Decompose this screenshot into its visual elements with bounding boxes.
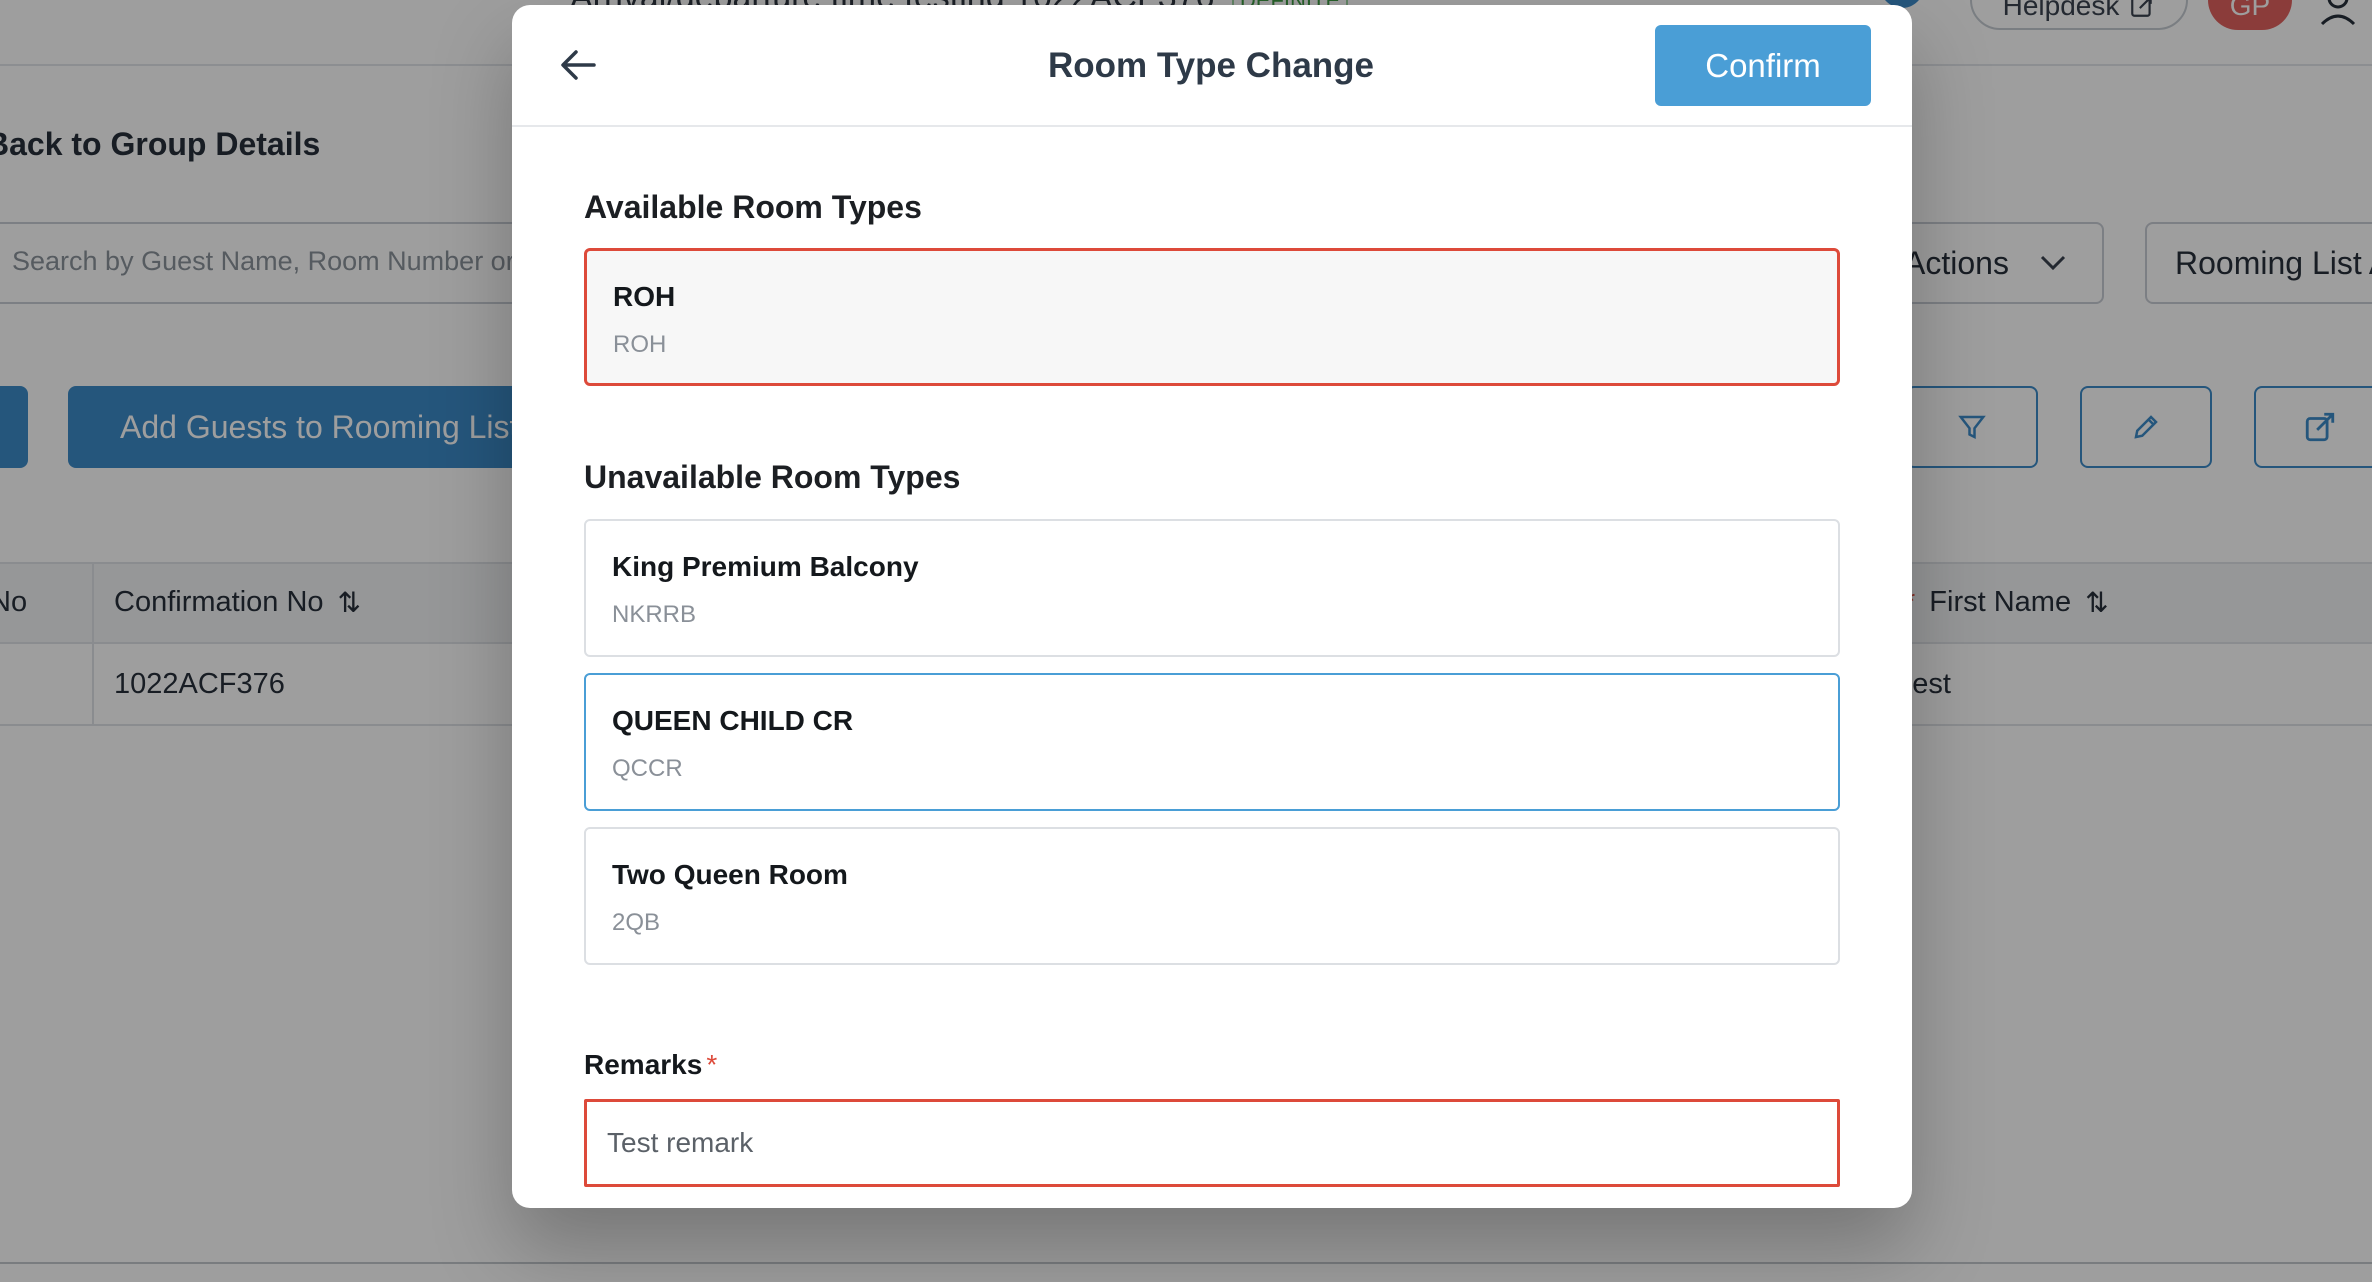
room-type-option-two-queen-room[interactable]: Two Queen Room 2QB xyxy=(584,827,1840,965)
confirm-button[interactable]: Confirm xyxy=(1655,25,1871,106)
unavailable-room-types-heading: Unavailable Room Types xyxy=(584,459,961,495)
required-marker: * xyxy=(706,1049,718,1080)
room-type-option-queen-child-cr[interactable]: QUEEN CHILD CR QCCR xyxy=(584,673,1840,811)
remarks-label: Remarks * xyxy=(584,1049,718,1080)
dialog-header: Room Type Change Confirm xyxy=(512,5,1912,127)
room-type-name: Two Queen Room xyxy=(612,859,848,890)
room-type-option-roh[interactable]: ROH ROH xyxy=(584,248,1840,386)
room-type-code: ROH xyxy=(613,331,667,358)
room-type-code: NKRRB xyxy=(612,601,697,628)
remarks-input[interactable] xyxy=(584,1099,1840,1187)
available-room-types-heading: Available Room Types xyxy=(584,189,922,225)
room-type-name: ROH xyxy=(613,281,676,312)
arrow-left-icon xyxy=(561,50,596,80)
back-button[interactable] xyxy=(550,37,606,93)
room-type-code: 2QB xyxy=(612,909,661,936)
room-type-change-dialog: Room Type Change Confirm Available Room … xyxy=(512,5,1912,1208)
room-type-name: King Premium Balcony xyxy=(612,551,919,582)
room-type-code: QCCR xyxy=(612,755,683,782)
room-type-option-king-premium-balcony[interactable]: King Premium Balcony NKRRB xyxy=(584,519,1840,657)
room-type-name: QUEEN CHILD CR xyxy=(612,705,854,736)
